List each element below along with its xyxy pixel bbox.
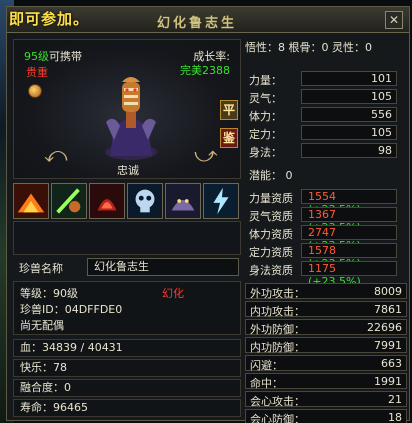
talent-stats: 悟性：8 根骨：0 灵性：0 — [245, 41, 372, 54]
quality-strength: 力量资质 1554 (+23.5%) — [245, 189, 407, 216]
skill-slot-3[interactable] — [89, 183, 125, 219]
pet-personality: 忠诚 — [117, 164, 139, 177]
skill-slot-1[interactable] — [13, 183, 49, 219]
skill-slot-5[interactable] — [165, 183, 201, 219]
quality-agility: 身法资质 1175 (+23.5%) — [245, 261, 407, 288]
skill-slot-6[interactable] — [203, 183, 239, 219]
gem-icon — [28, 84, 42, 98]
green-slash-skill-icon — [52, 184, 86, 218]
attr-agility: 身法： 98 — [245, 143, 407, 159]
attr-focus: 定力： 105 — [245, 125, 407, 141]
lifespan-row: 寿命：96465 — [13, 399, 241, 417]
skull-skill-icon — [128, 184, 162, 218]
title-bar[interactable]: 即可参加。 幻化鲁志生 ✕ — [7, 7, 409, 33]
quality-stamina: 体力资质 2747 (+23.5%) — [245, 225, 407, 252]
level-prefix: 95级 — [24, 50, 49, 63]
combat-dodge: 闪避： 663 — [245, 355, 407, 372]
attr-spirit: 灵气： 105 — [245, 89, 407, 105]
combat-magic-attack: 内功攻击： 7861 — [245, 301, 407, 318]
empty-skill-slots — [13, 221, 241, 255]
growth-rate-value: 完美2388 — [180, 64, 230, 77]
quality-focus: 定力资质 1578 (+23.5%) — [245, 243, 407, 270]
attr-strength: 力量： 101 — [245, 71, 407, 87]
level-suffix: 可携带 — [49, 50, 82, 63]
quality-spirit: 灵气资质 1367 (+23.5%) — [245, 207, 407, 234]
pet-model-image — [105, 77, 157, 160]
carry-level: 95级可携带 — [24, 48, 82, 64]
close-icon: ✕ — [388, 13, 400, 27]
appraise-button[interactable]: 鉴 — [220, 128, 238, 148]
beast-skill-icon — [166, 184, 200, 218]
transform-tag: 幻化 — [162, 287, 184, 300]
combat-physical-defense: 外功防御： 22696 — [245, 319, 407, 336]
blood-skill-icon — [90, 184, 124, 218]
combat-hit: 命中： 1991 — [245, 373, 407, 390]
spouse-status: 尚无配偶 — [20, 319, 64, 332]
attr-stamina: 体力： 556 — [245, 107, 407, 123]
notice-text: 即可参加。 — [9, 10, 90, 28]
pet-portrait-panel: 95级可携带 贵重 成长率: 完美2388 平 鉴 ⤺ ⤻ 忠诚 — [13, 39, 241, 179]
pet-id: 珍兽ID：04DFFDE0 — [20, 303, 123, 316]
skill-slot-2[interactable] — [51, 183, 87, 219]
combat-crit-defense: 会心防御： 18 — [245, 409, 407, 423]
fusion-row: 融合度：0 — [13, 379, 241, 397]
happiness-row: 快乐：78 — [13, 359, 241, 377]
pet-info-box: 等级：90级 幻化 珍兽ID：04DFFDE0 尚无配偶 — [13, 281, 241, 335]
skill-bar — [13, 183, 241, 219]
potential-points: 潜能： 0 — [249, 169, 293, 182]
pet-info-window: 即可参加。 幻化鲁志生 ✕ 95级可携带 贵重 成长率: 完美2388 平 鉴 … — [6, 6, 410, 423]
evaluate-button[interactable]: 平 — [220, 100, 238, 120]
combat-crit-attack: 会心攻击： 21 — [245, 391, 407, 408]
skill-slot-4[interactable] — [127, 183, 163, 219]
combat-physical-attack: 外功攻击： 8009 — [245, 283, 407, 300]
pet-name-row: 珍兽名称 幻化鲁志生 — [13, 257, 241, 277]
combat-magic-defense: 内功防御： 7991 — [245, 337, 407, 354]
pet-name-label: 珍兽名称 — [19, 262, 63, 275]
pet-level: 等级：90级 — [20, 287, 78, 300]
fire-skill-icon — [14, 184, 48, 218]
bolt-skill-icon — [204, 184, 238, 218]
rarity-label: 贵重 — [26, 66, 48, 79]
pet-name-field[interactable]: 幻化鲁志生 — [87, 258, 239, 276]
window-title: 幻化鲁志生 — [157, 16, 238, 31]
close-button[interactable]: ✕ — [385, 11, 403, 29]
hp-row: 血：34839 / 40431 — [13, 339, 241, 357]
